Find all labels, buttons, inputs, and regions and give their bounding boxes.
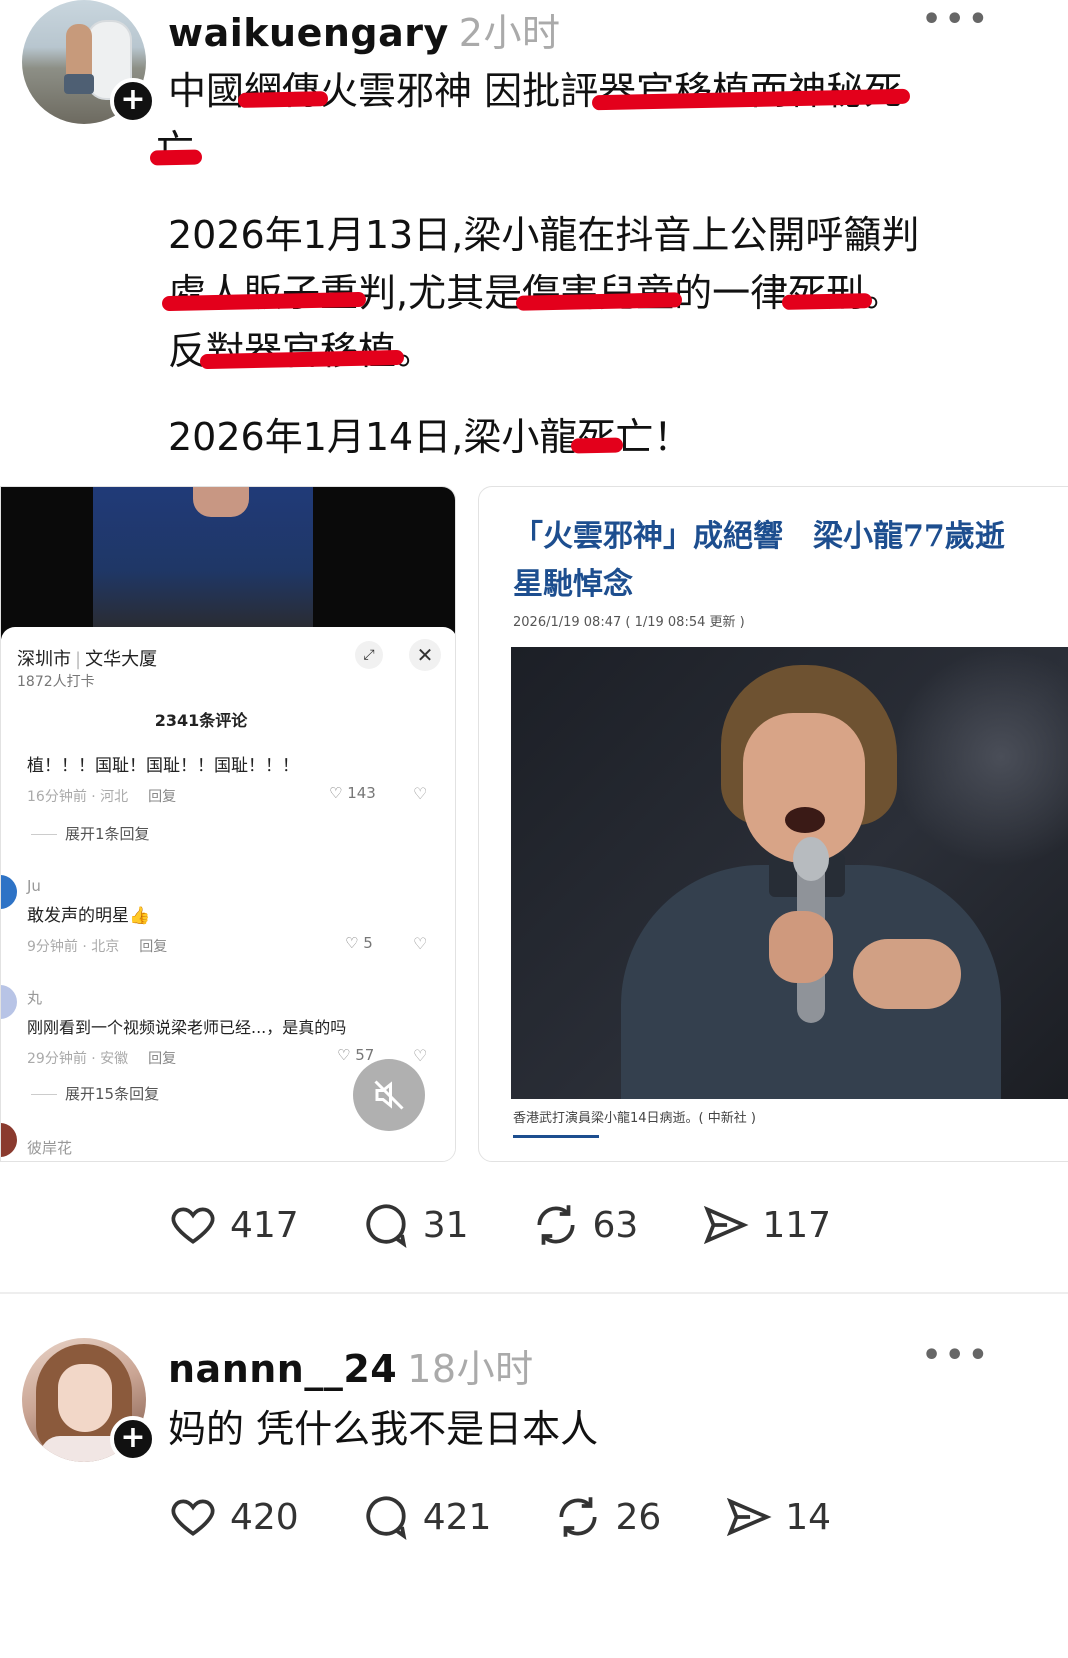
post-body: 妈的 凭什么我不是日本人 xyxy=(168,1407,599,1451)
more-options-icon[interactable]: ••• xyxy=(922,1338,992,1373)
follow-plus-icon[interactable]: + xyxy=(110,78,156,124)
send-icon xyxy=(727,1497,772,1537)
dislike-icon: ♡ xyxy=(413,784,428,803)
list-item: 丸 刚刚看到一个视频说梁老师已经...，是真的吗 29分钟前 · 安徽 回复 ♡ … xyxy=(27,989,428,1067)
redacted-text: 網傳 xyxy=(244,69,321,113)
repost-icon xyxy=(536,1205,575,1245)
expand-replies: 展开1条回复 xyxy=(31,823,150,844)
redacted-text: 對器官移植 xyxy=(206,329,397,373)
like-button[interactable]: 417 xyxy=(168,1200,299,1250)
user-avatar[interactable]: + xyxy=(22,0,156,124)
share-button[interactable]: 117 xyxy=(700,1200,831,1250)
post-author[interactable]: nannn__24 18小时 xyxy=(168,1338,534,1393)
post-time: 2小时 xyxy=(458,11,561,55)
post-divider xyxy=(0,1292,1068,1294)
news-date: 2026/1/19 08:47 ( 1/19 08:54 更新 ) xyxy=(513,615,745,630)
post-paragraph-1: 中國網傳火雲邪神 因批評器官移植而神秘死 亡 xyxy=(156,69,903,171)
send-icon xyxy=(704,1205,749,1245)
redacted-text: 器官移植而神秘死 xyxy=(598,69,903,113)
list-item: Ju 敢发声的明星👍 9分钟前 · 北京 回复 ♡ 5 ♡ xyxy=(27,877,428,955)
checkin-count: 1872人打卡 xyxy=(17,674,95,690)
username-text[interactable]: nannn__24 xyxy=(168,1347,397,1391)
heart-icon xyxy=(171,1499,215,1536)
redacted-text: 處人販子重 xyxy=(168,271,359,315)
comment-button[interactable]: 31 xyxy=(361,1200,469,1250)
expand-replies: 展开15条回复 xyxy=(31,1083,159,1104)
comment-count: 2341条评论 xyxy=(154,711,248,730)
dislike-icon: ♡ xyxy=(413,1046,428,1065)
post-paragraph-3: 2026年1月14日,梁小龍死亡！ xyxy=(168,415,692,459)
mute-icon xyxy=(353,1059,425,1131)
attached-image-news[interactable]: 「火雲邪神」成絕響 梁小龍77歲逝 星馳悼念 2026/1/19 08:47 (… xyxy=(478,486,1068,1162)
caption-underline xyxy=(513,1135,599,1138)
username-text[interactable]: waikuengary xyxy=(168,11,449,55)
redacted-text: 死刑 xyxy=(788,271,865,315)
comment-author: 彼岸花 xyxy=(27,1139,73,1157)
post-author[interactable]: waikuengary 2小时 xyxy=(168,2,560,57)
post-time: 18小时 xyxy=(407,1347,534,1391)
heart-icon: ♡ 5 xyxy=(345,934,373,952)
heart-icon: ♡ 57 xyxy=(337,1046,375,1064)
user-avatar[interactable]: + xyxy=(22,1338,156,1462)
news-photo xyxy=(511,647,1068,1099)
like-button[interactable]: 420 xyxy=(168,1492,299,1542)
close-icon: ✕ xyxy=(409,639,441,671)
comment-button[interactable]: 421 xyxy=(361,1492,491,1542)
list-item: 植！！！国耻！国耻！！国耻！！！ 16分钟前 · 河北 回复 ♡ 143 ♡ xyxy=(27,756,428,805)
attached-image-comments[interactable]: 深圳市 | 文华大厦 1872人打卡 ⤢ ✕ 2341条评论 植！！！国耻！国耻！！… xyxy=(0,486,456,1162)
redacted-text: 死 xyxy=(577,415,616,459)
avatar xyxy=(1,1123,17,1157)
comment-icon xyxy=(366,1204,407,1248)
comment-icon xyxy=(366,1496,407,1540)
repost-icon xyxy=(559,1497,597,1537)
avatar xyxy=(1,875,17,909)
news-headline: 「火雲邪神」成絕響 梁小龍77歲逝 星馳悼念 xyxy=(513,519,1005,602)
share-button[interactable]: 14 xyxy=(723,1492,831,1542)
post-paragraph-2: 2026年1月13日,梁小龍在抖音上公開呼籲判 處人販子重判,尤其是傷害兒童的一… xyxy=(168,213,920,373)
video-thumbnail xyxy=(1,487,455,639)
repost-button[interactable]: 63 xyxy=(531,1200,638,1250)
location-label: 深圳市 | 文华大厦 xyxy=(17,649,158,670)
follow-plus-icon[interactable]: + xyxy=(110,1416,156,1462)
more-options-icon[interactable]: ••• xyxy=(922,2,992,37)
post-actions: 420 421 26 14 xyxy=(168,1492,893,1542)
dislike-icon: ♡ xyxy=(413,934,428,953)
heart-icon xyxy=(171,1207,215,1244)
redacted-text: 亡 xyxy=(156,127,195,171)
heart-icon: ♡ 143 xyxy=(329,784,376,802)
repost-button[interactable]: 26 xyxy=(553,1492,661,1542)
avatar xyxy=(1,985,17,1019)
expand-icon: ⤢ xyxy=(355,641,383,669)
post-body: 中國網傳火雲邪神 因批評器官移植而神秘死 亡 2026年1月13日,梁小龍在抖音… xyxy=(156,62,998,494)
redacted-text: 傷害兒童 xyxy=(522,271,675,315)
news-caption: 香港武打演員梁小龍14日病逝。( 中新社 ) xyxy=(513,1111,756,1126)
post-actions: 417 31 63 117 xyxy=(168,1200,893,1250)
